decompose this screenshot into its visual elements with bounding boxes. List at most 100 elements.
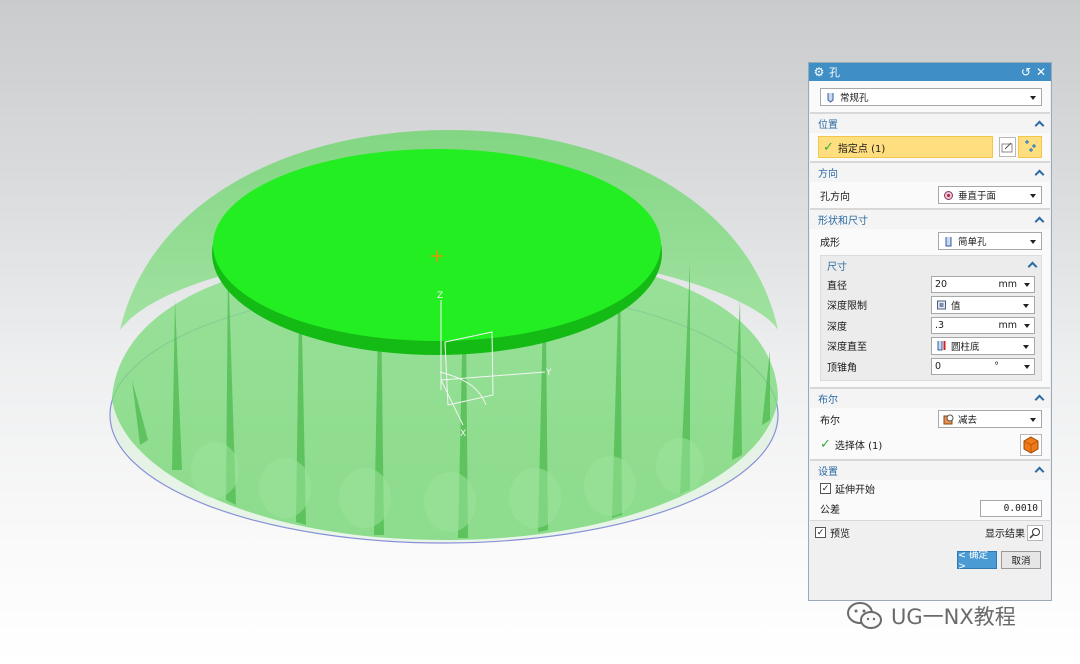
subtract-icon bbox=[943, 414, 954, 425]
section-position: 位置 ✓ 指定点 (1) bbox=[810, 113, 1050, 162]
select-body-label: 选择体 (1) bbox=[834, 441, 883, 452]
chevron-up-icon[interactable] bbox=[1027, 260, 1037, 270]
value-icon bbox=[936, 299, 947, 310]
hole-icon bbox=[825, 92, 836, 103]
depth-limit-row: 深度限制 值 bbox=[821, 295, 1041, 316]
preview-checkbox[interactable]: ✓ bbox=[815, 527, 826, 538]
cylinder-bottom-icon bbox=[936, 340, 947, 351]
chevron-down-icon bbox=[1030, 240, 1036, 244]
extend-start-row: ✓ 延伸开始 bbox=[810, 480, 1050, 498]
depth-to-label: 深度直至 bbox=[827, 342, 867, 354]
depth-unit: mm bbox=[998, 319, 1017, 331]
select-body-button[interactable] bbox=[1020, 433, 1042, 456]
section-boolean: 布尔 布尔 减去 ✓ 选择体 (1) bbox=[810, 387, 1050, 460]
top-face[interactable] bbox=[213, 149, 661, 341]
section-shape-header[interactable]: 形状和尺寸 bbox=[810, 209, 1050, 229]
section-settings-header[interactable]: 设置 bbox=[810, 459, 1050, 480]
form-label: 成形 bbox=[820, 237, 840, 249]
tip-angle-input[interactable]: 0 ° bbox=[931, 357, 1035, 375]
select-body-row[interactable]: ✓ 选择体 (1) bbox=[810, 431, 1050, 459]
section-position-header[interactable]: 位置 bbox=[810, 113, 1050, 133]
diameter-value: 20 bbox=[935, 278, 948, 290]
extend-start-checkbox[interactable]: ✓ bbox=[820, 483, 831, 494]
boolean-select[interactable]: 减去 bbox=[938, 410, 1042, 428]
chevron-down-icon[interactable] bbox=[1024, 282, 1030, 287]
wechat-icon bbox=[847, 602, 882, 629]
checkmark-icon: ✓ bbox=[823, 139, 834, 155]
depth-to-select[interactable]: 圆柱底 bbox=[931, 336, 1035, 355]
watermark-text: UG一NX教程 bbox=[891, 605, 1016, 629]
tolerance-label: 公差 bbox=[820, 505, 840, 516]
section-direction-header[interactable]: 方向 bbox=[810, 162, 1050, 182]
chevron-down-icon bbox=[1023, 344, 1029, 349]
solid-body-icon bbox=[1023, 435, 1039, 454]
dialog-buttons: < 确定 > 取消 bbox=[809, 545, 1051, 572]
chevron-up-icon[interactable] bbox=[1034, 215, 1044, 225]
hole-direction-label: 孔方向 bbox=[820, 191, 850, 203]
ok-button[interactable]: < 确定 > bbox=[957, 550, 997, 572]
diameter-row: 直径 20 mm bbox=[821, 274, 1041, 295]
dimensions-header[interactable]: 尺寸 bbox=[821, 256, 1041, 274]
specify-point-label: 指定点 (1) bbox=[837, 143, 886, 155]
hole-type-select[interactable]: 常规孔 bbox=[820, 88, 1042, 106]
dimensions-title: 尺寸 bbox=[827, 261, 847, 273]
chevron-down-icon[interactable] bbox=[1024, 323, 1030, 328]
chevron-down-icon bbox=[1030, 96, 1036, 100]
depth-label: 深度 bbox=[827, 321, 847, 333]
form-row: 成形 简单孔 bbox=[810, 229, 1050, 253]
preview-label: 预览 bbox=[830, 529, 850, 540]
dialog-titlebar[interactable]: ⚙ 孔 ↺ ✕ bbox=[809, 63, 1051, 81]
chevron-up-icon[interactable] bbox=[1034, 465, 1044, 475]
section-boolean-title: 布尔 bbox=[818, 394, 838, 406]
boolean-row: 布尔 减去 bbox=[810, 408, 1050, 431]
diameter-unit: mm bbox=[998, 278, 1017, 290]
chevron-down-icon bbox=[1023, 303, 1029, 308]
form-value: 简单孔 bbox=[958, 237, 987, 248]
point-constructor-button[interactable] bbox=[1018, 136, 1042, 158]
form-select[interactable]: 简单孔 bbox=[938, 232, 1042, 250]
section-direction: 方向 孔方向 垂直于面 bbox=[810, 162, 1050, 209]
depth-limit-select[interactable]: 值 bbox=[931, 295, 1035, 314]
axis-x-label: X bbox=[460, 429, 466, 439]
normal-to-face-icon bbox=[943, 190, 954, 201]
axis-y-label: Y bbox=[545, 368, 552, 378]
watermark: UG一NX教程 bbox=[845, 600, 1016, 632]
chevron-up-icon[interactable] bbox=[1034, 393, 1044, 403]
depth-input[interactable]: .3 mm bbox=[931, 316, 1035, 334]
section-shape-title: 形状和尺寸 bbox=[818, 216, 868, 227]
preview-row: ✓ 预览 显示结果 bbox=[809, 521, 1051, 545]
chevron-down-icon bbox=[1030, 418, 1036, 422]
close-icon[interactable]: ✕ bbox=[1035, 65, 1047, 79]
depth-row: 深度 .3 mm bbox=[821, 315, 1041, 336]
point-constructor-icon bbox=[1025, 140, 1037, 152]
dimensions-group: 尺寸 直径 20 mm 深度限制 值 深度 .3 mm 深度直至 圆柱底 顶锥角… bbox=[820, 255, 1042, 381]
checkmark-icon: ✓ bbox=[820, 437, 831, 452]
section-direction-title: 方向 bbox=[818, 169, 838, 180]
hole-direction-select[interactable]: 垂直于面 bbox=[938, 186, 1042, 204]
sketch-section-button[interactable] bbox=[998, 137, 1017, 157]
simple-hole-icon bbox=[943, 236, 954, 247]
tolerance-row: 公差 0.0010 bbox=[810, 498, 1050, 520]
extend-start-label: 延伸开始 bbox=[835, 485, 875, 496]
section-settings: 设置 ✓ 延伸开始 公差 0.0010 bbox=[810, 459, 1050, 521]
magnifier-icon bbox=[1029, 527, 1040, 539]
cancel-button[interactable]: 取消 bbox=[1001, 550, 1041, 569]
chevron-up-icon[interactable] bbox=[1034, 119, 1044, 129]
tip-angle-unit: ° bbox=[994, 360, 999, 372]
show-result-button[interactable] bbox=[1027, 524, 1043, 541]
show-result-label: 显示结果 bbox=[985, 529, 1025, 540]
boolean-label: 布尔 bbox=[820, 415, 840, 427]
depth-to-value: 圆柱底 bbox=[951, 341, 980, 353]
reset-icon[interactable]: ↺ bbox=[1020, 65, 1032, 79]
section-boolean-header[interactable]: 布尔 bbox=[810, 387, 1050, 408]
tolerance-input[interactable]: 0.0010 bbox=[980, 500, 1042, 517]
chevron-down-icon[interactable] bbox=[1024, 364, 1030, 369]
diameter-input[interactable]: 20 mm bbox=[931, 275, 1035, 293]
specify-point-row[interactable]: ✓ 指定点 (1) bbox=[818, 136, 993, 158]
tip-angle-value: 0 bbox=[935, 360, 942, 372]
gear-icon[interactable]: ⚙ bbox=[813, 65, 825, 79]
section-position-title: 位置 bbox=[818, 120, 838, 131]
chevron-up-icon[interactable] bbox=[1034, 168, 1044, 178]
hole-dialog: ⚙ 孔 ↺ ✕ 常规孔 位置 ✓ 指定点 (1) 方向 孔方向 垂直于面 形状和… bbox=[808, 62, 1052, 601]
tolerance-value: 0.0010 bbox=[1003, 503, 1038, 514]
